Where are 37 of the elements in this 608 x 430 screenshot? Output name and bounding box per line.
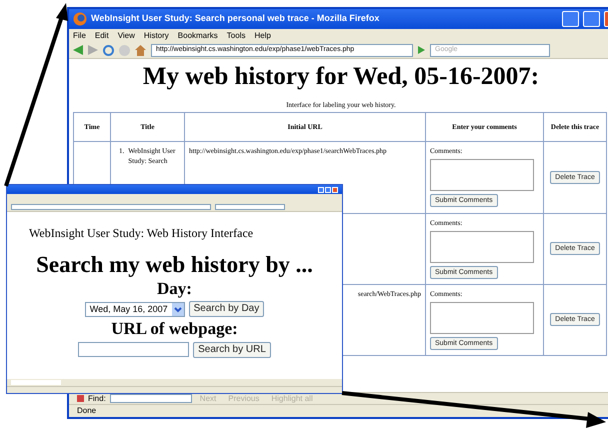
comment-textarea[interactable]: [430, 302, 534, 334]
forward-icon[interactable]: [88, 45, 98, 55]
intro-text: WebInsight User Study: Web History Interface: [28, 225, 254, 242]
day-label: Day:: [157, 278, 192, 300]
search-heading: Search my web history by ...: [36, 253, 313, 276]
find-field[interactable]: [11, 380, 61, 385]
menu-item[interactable]: Edit: [94, 30, 109, 42]
minimize-icon[interactable]: [562, 11, 579, 27]
url-label: URL of webpage:: [111, 318, 238, 340]
maximize-icon[interactable]: [583, 11, 600, 27]
minimize-icon[interactable]: [318, 186, 324, 192]
date-dropdown[interactable]: Wed, May 16, 2007: [84, 302, 185, 317]
maximize-icon[interactable]: [325, 186, 331, 192]
back-icon[interactable]: [73, 45, 83, 55]
find-field[interactable]: [110, 394, 192, 403]
menu-item[interactable]: History: [144, 30, 169, 42]
comment-textarea[interactable]: [430, 159, 534, 192]
page-button[interactable]: Search by Day: [188, 301, 264, 318]
menu-item[interactable]: View: [118, 30, 135, 42]
search-field[interactable]: [215, 204, 285, 210]
browser-logo-icon: [73, 12, 87, 26]
window-title: WebInsight User Study: Search personal web trace - Mozilla Firefox: [91, 12, 380, 26]
page-heading: My web history for Wed, 05-16-2007:: [142, 62, 540, 92]
reload-icon[interactable]: [103, 44, 114, 56]
page-button[interactable]: Search by URL: [193, 342, 271, 358]
url-input[interactable]: [78, 342, 190, 357]
menu-item[interactable]: Bookmarks: [178, 30, 218, 42]
home-icon[interactable]: [135, 44, 146, 56]
menu-item[interactable]: File: [73, 30, 86, 42]
find-label: Find:: [88, 392, 106, 404]
address-field[interactable]: [11, 204, 211, 210]
menu-item[interactable]: Help: [254, 30, 271, 42]
comment-textarea[interactable]: [430, 231, 534, 264]
status-text: Done: [77, 405, 96, 417]
go-icon[interactable]: [418, 46, 425, 54]
menu-item[interactable]: Tools: [226, 30, 246, 42]
close-icon[interactable]: [332, 186, 338, 192]
